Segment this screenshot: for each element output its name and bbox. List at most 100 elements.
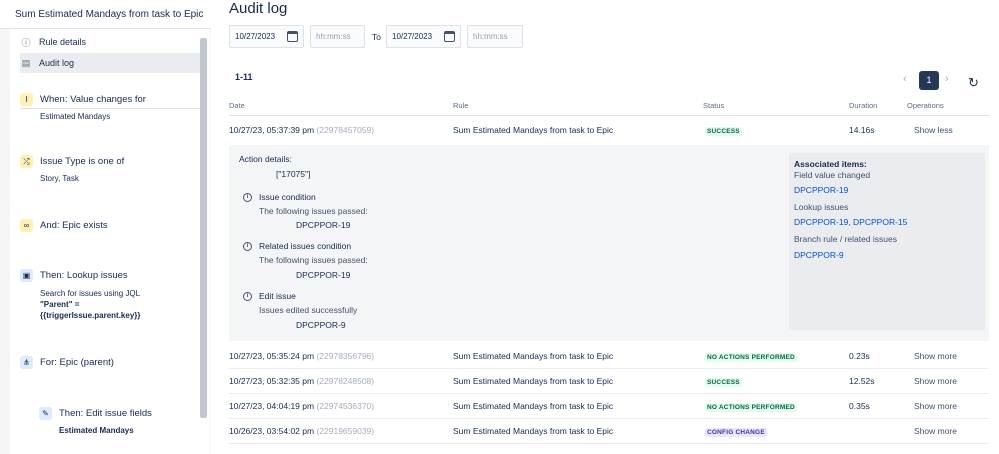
info-icon: ⓘ (21, 37, 31, 48)
from-time-input[interactable]: hh:mm:ss (310, 25, 365, 48)
date-value: 10/27/2023 (235, 32, 276, 41)
show-more-link[interactable]: Show more (914, 376, 957, 386)
pencil-icon: ✎ (39, 407, 52, 420)
associated-group-label: Branch rule / related issues (794, 234, 897, 244)
column-header-status: Status (703, 101, 725, 110)
sidebar-item-audit-log[interactable]: ▤ Audit log (20, 53, 206, 73)
step-title: When: Value changes for (40, 94, 146, 105)
status-badge: SUCCESS (705, 127, 742, 136)
associated-group-label: Lookup issues (794, 202, 849, 212)
show-less-link[interactable]: Show less (914, 125, 953, 135)
step-subtitle: Estimated Mandays (40, 112, 111, 121)
row-date: 10/27/23, 05:32:35 pm (229, 376, 315, 386)
sidebar-item-label: Audit log (39, 58, 75, 68)
step-subtitle: Estimated Mandays (59, 426, 134, 435)
divider (229, 443, 989, 444)
step-title: For: Epic (parent) (40, 357, 114, 368)
associated-group-label: Field value changed (794, 170, 871, 180)
from-date-input[interactable]: 10/27/2023 (229, 25, 304, 48)
step-title: Then: Edit issue fields (59, 408, 152, 419)
result-range: 1-11 (235, 72, 253, 82)
divider (229, 115, 989, 116)
row-date: 10/27/23, 05:37:39 pm (229, 125, 315, 135)
page-title: Audit log (229, 0, 288, 17)
row-id: (22978248508) (316, 376, 375, 386)
info-icon: i (243, 193, 252, 202)
to-time-input[interactable]: hh:mm:ss (467, 25, 523, 48)
condition-title: Related issues condition (259, 241, 352, 251)
sidebar-scrollbar[interactable] (200, 38, 207, 418)
audit-log-main: Audit log 10/27/2023 hh:mm:ss To 10/27/2… (213, 0, 999, 454)
issue-link[interactable]: DPCPPOR-19, DPCPPOR-15 (794, 217, 907, 227)
row-id: (22974536370) (316, 401, 375, 411)
column-header-operations: Operations (907, 101, 944, 110)
row-rule-name: Sum Estimated Mandays from task to Epic (453, 426, 614, 436)
row-duration: 0.35s (849, 401, 870, 411)
show-more-link[interactable]: Show more (914, 401, 957, 411)
rule-title: Sum Estimated Mandays from task to Epic (0, 0, 211, 29)
condition-title: Issue condition (259, 192, 316, 202)
rule-sidebar: Sum Estimated Mandays from task to Epic … (0, 0, 211, 454)
next-page-button[interactable]: › (945, 73, 949, 85)
date-value: 10/27/2023 (392, 32, 433, 41)
condition-description: The following issues passed: (259, 255, 368, 265)
row-rule-name: Sum Estimated Mandays from task to Epic (453, 376, 614, 386)
issue-link[interactable]: DPCPPOR-9 (794, 250, 844, 260)
step-title: And: Epic exists (40, 220, 108, 231)
page-1-button[interactable]: 1 (919, 71, 939, 90)
condition-title: Edit issue (259, 291, 296, 301)
column-header-date: Date (229, 101, 245, 110)
row-rule-name: Sum Estimated Mandays from task to Epic (453, 401, 614, 411)
link-icon: ∞ (20, 219, 33, 232)
row-date: 10/26/23, 03:54:02 pm (229, 426, 315, 436)
condition-issue: DPCPPOR-9 (296, 320, 346, 330)
row-rule-name: Sum Estimated Mandays from task to Epic (453, 125, 614, 135)
divider (20, 108, 206, 109)
previous-page-button[interactable]: ‹ (903, 73, 907, 85)
row-id: (22978457059) (316, 125, 375, 135)
row-duration: 12.52s (849, 376, 875, 386)
show-more-link[interactable]: Show more (914, 426, 957, 436)
calendar-icon[interactable] (444, 31, 455, 42)
step-title: Issue Type is one of (40, 156, 125, 167)
condition-description: The following issues passed: (259, 206, 368, 216)
row-date: 10/27/23, 05:35:24 pm (229, 351, 315, 361)
to-date-input[interactable]: 10/27/2023 (386, 25, 461, 48)
step-title: Then: Lookup issues (40, 270, 128, 281)
table-row[interactable]: 10/26/23, 03:54:02 pm (22919659039) Sum … (229, 418, 989, 443)
table-row[interactable]: 10/27/23, 05:37:39 pm (22978457059) Sum … (229, 117, 989, 142)
document-icon: ▤ (21, 57, 31, 68)
action-details-value: ["17075"] (276, 169, 311, 179)
to-label: To (372, 32, 381, 42)
status-badge: CONFIG CHANGE (705, 428, 767, 437)
info-icon: i (243, 292, 252, 301)
sidebar-item-label: Rule details (39, 37, 87, 47)
table-row[interactable]: 10/27/23, 05:35:24 pm (22978356796) Sum … (229, 343, 989, 368)
issue-link[interactable]: DPCPPOR-19 (794, 185, 848, 195)
table-row[interactable]: 10/27/23, 05:32:35 pm (22978248508) Sum … (229, 368, 989, 393)
row-duration: 0.23s (849, 351, 870, 361)
table-row[interactable]: 10/27/23, 04:04:19 pm (22974536370) Sum … (229, 393, 989, 418)
step-subtitle: Story, Task (40, 174, 79, 183)
calendar-icon[interactable] (287, 31, 298, 42)
show-more-link[interactable]: Show more (914, 351, 957, 361)
row-date: 10/27/23, 04:04:19 pm (229, 401, 315, 411)
field-trigger-icon: I (20, 93, 33, 106)
row-rule-name: Sum Estimated Mandays from task to Epic (453, 351, 614, 361)
condition-issue: DPCPPOR-19 (296, 270, 351, 280)
condition-description: Issues edited successfully (259, 305, 358, 315)
lookup-icon: ▣ (20, 269, 33, 282)
row-duration: 14.16s (849, 125, 875, 135)
column-header-duration: Duration (849, 101, 878, 110)
status-badge: SUCCESS (705, 378, 742, 387)
status-badge: NO ACTIONS PERFORMED (705, 403, 797, 412)
refresh-icon[interactable]: ↻ (968, 75, 979, 91)
action-details-panel: Action details: ["17075"] i Issue condit… (229, 145, 989, 341)
hierarchy-icon: ⋔ (20, 356, 33, 369)
jql-text: "Parent" = (40, 300, 80, 309)
row-id: (22978356796) (316, 351, 375, 361)
jql-text: {{triggerIssue.parent.key}} (40, 311, 141, 320)
associated-items-heading: Associated items: (794, 159, 867, 169)
status-badge: NO ACTIONS PERFORMED (705, 353, 797, 362)
sidebar-item-rule-details[interactable]: ⓘ Rule details (20, 32, 206, 52)
